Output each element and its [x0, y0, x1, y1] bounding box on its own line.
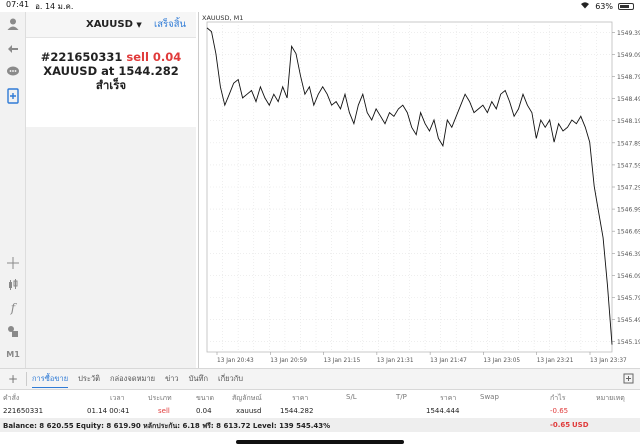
add-icon[interactable]: + — [0, 372, 26, 386]
table-row[interactable]: 221650331 01.14 00:41 sell 0.04 xauusd 1… — [0, 404, 640, 418]
price-label: 1549.390 — [617, 30, 640, 37]
home-indicator[interactable] — [236, 440, 404, 444]
price-label: 1548.190 — [617, 118, 640, 125]
price-label: 1548.790 — [617, 74, 640, 81]
done-button[interactable]: เสร็จสิ้น — [154, 17, 186, 32]
price-label: 1545.190 — [617, 339, 640, 346]
result-message: #221650331 sell 0.04 XAUUSD at 1544.282 … — [26, 38, 196, 92]
chevron-down-icon: ▼ — [136, 21, 142, 29]
price-label: 1548.490 — [617, 96, 640, 103]
col-profit: กำไร — [550, 394, 566, 402]
total-profit: -0.65 — [550, 421, 571, 429]
tab-history[interactable]: ประวัติ — [78, 371, 100, 387]
fill-price: 1544.282 — [118, 64, 179, 78]
row-current: 1544.444 — [426, 407, 460, 415]
price-label: 1546.990 — [617, 207, 640, 214]
row-size: 0.04 — [196, 407, 212, 415]
time-label: 13 Jan 21:15 — [324, 358, 361, 364]
ticket-number: #221650331 — [40, 50, 123, 64]
candles-icon[interactable] — [3, 276, 23, 294]
tab-mailbox[interactable]: กล่องจดหมาย — [110, 371, 155, 387]
col-size: ขนาด — [196, 394, 215, 402]
time-label: 13 Jan 23:21 — [537, 358, 574, 364]
symbol-label: XAUUSD — [86, 19, 133, 30]
chat-icon[interactable] — [3, 63, 23, 81]
order-result-panel: XAUUSD ▼ เสร็จสิ้น #221650331 sell 0.04 … — [26, 12, 196, 127]
screen: 07:41 อ. 14 ม.ค. 63% f M1 XAUUSD ▼ เสร็จ… — [0, 0, 640, 447]
row-price: 1544.282 — [280, 407, 314, 415]
col-price: ราคา — [292, 394, 309, 402]
tab-about[interactable]: เกี่ยวกับ — [218, 371, 243, 387]
objects-icon[interactable] — [3, 322, 23, 340]
col-sl: S/L — [346, 393, 357, 401]
status-bar: 07:41 อ. 14 ม.ค. 63% — [0, 0, 640, 12]
currency-label: USD — [572, 421, 589, 429]
price-label: 1547.590 — [617, 162, 640, 169]
wifi-icon — [580, 1, 590, 11]
time-label: 13 Jan 23:05 — [483, 358, 520, 364]
col-tp: T/P — [396, 393, 407, 401]
expand-icon[interactable] — [623, 373, 634, 386]
price-label: 1545.790 — [617, 295, 640, 302]
balance-text: Balance: 8 620.55 Equity: 8 619.90 หลักป… — [3, 422, 331, 430]
price-label: 1547.290 — [617, 185, 640, 192]
tool-column: f M1 — [0, 12, 26, 368]
row-type: sell — [158, 407, 170, 415]
new-order-icon[interactable] — [3, 87, 23, 105]
tab-trade[interactable]: การซื้อขาย — [32, 371, 69, 388]
crosshair-icon[interactable] — [3, 254, 23, 272]
panel-background — [26, 127, 196, 368]
time-label: 13 Jan 20:43 — [217, 358, 254, 364]
battery-icon — [618, 2, 634, 10]
row-order: 221650331 — [3, 407, 44, 415]
price-label: 1545.490 — [617, 317, 640, 324]
panel-header: XAUUSD ▼ เสร็จสิ้น — [26, 12, 196, 38]
symbol-selector[interactable]: XAUUSD ▼ — [86, 19, 142, 30]
col-type: ประเภท — [148, 394, 172, 402]
battery-percent: 63% — [595, 1, 613, 11]
symbol-at: XAUUSD at — [43, 64, 115, 78]
row-symbol: xauusd — [236, 407, 262, 415]
price-line — [206, 27, 613, 345]
account-icon[interactable] — [3, 15, 23, 33]
col-time: เวลา — [110, 394, 125, 402]
positions-header: คำสั่ง เวลา ประเภท ขนาด สัญลักษณ์ ราคา S… — [0, 390, 640, 404]
time-label: 13 Jan 21:31 — [377, 358, 414, 364]
result-status: สำเร็จ — [95, 78, 127, 92]
col-current: ราคา — [440, 394, 457, 402]
terminal-tabbar: + การซื้อขาย ประวัติ กล่องจดหมาย ข่าว บั… — [0, 368, 640, 390]
tab-news[interactable]: ข่าว — [165, 371, 179, 387]
timeframe-icon[interactable]: M1 — [3, 345, 23, 363]
date: อ. 14 ม.ค. — [35, 1, 74, 11]
chart-title: XAUUSD, M1 — [202, 14, 244, 22]
price-label: 1546.090 — [617, 273, 640, 280]
price-label: 1547.890 — [617, 140, 640, 147]
col-order: คำสั่ง — [3, 394, 20, 402]
chart-canvas: 1549.390 1549.090 1548.790 1548.490 1548.190… — [206, 21, 640, 364]
price-label: 1549.090 — [617, 52, 640, 59]
col-symbol: สัญลักษณ์ — [232, 394, 262, 402]
col-swap: Swap — [480, 393, 499, 401]
time-label: 13 Jan 20:59 — [270, 358, 307, 364]
indicators-icon[interactable]: f — [3, 299, 23, 317]
col-comment: หมายเหตุ — [596, 394, 625, 402]
balance-bar: Balance: 8 620.55 Equity: 8 619.90 หลักป… — [0, 418, 640, 432]
time-label: 13 Jan 23:37 — [590, 358, 627, 364]
price-label: 1546.390 — [617, 251, 640, 258]
tab-journal[interactable]: บันทึก — [189, 371, 208, 387]
time-label: 13 Jan 21:47 — [430, 358, 467, 364]
trade-icon[interactable] — [3, 39, 23, 57]
order-action: sell 0.04 — [126, 50, 182, 64]
price-label: 1546.690 — [617, 229, 640, 236]
row-time: 01.14 00:41 — [87, 407, 130, 415]
price-chart[interactable]: XAUUSD, M1 1549.390 1549.090 1548.790 1548.… — [198, 12, 640, 368]
row-profit: -0.65 — [550, 407, 569, 415]
clock: 07:41 — [6, 0, 30, 9]
